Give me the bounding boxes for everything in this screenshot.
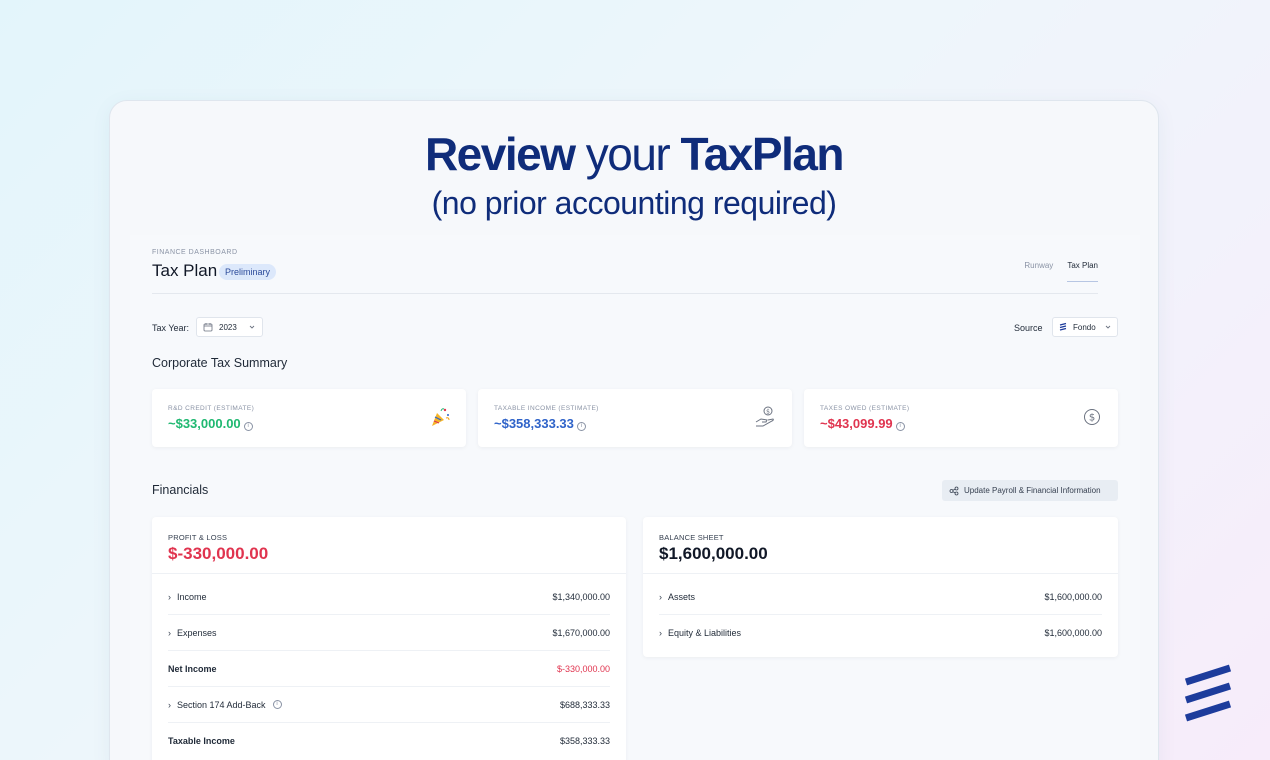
taxable-income-value: ~$358,333.33 i <box>494 416 586 431</box>
tab-tax-plan[interactable]: Tax Plan <box>1067 261 1098 282</box>
row-amount: $1,670,000.00 <box>552 627 610 638</box>
dollar-circle-icon: $ <box>1084 409 1100 425</box>
row-label-text: Expenses <box>177 627 217 638</box>
balance-sheet-total: $1,600,000.00 <box>659 544 768 563</box>
source-label: Source <box>1014 323 1043 333</box>
divider <box>643 573 1118 574</box>
row-label-text: Income <box>177 591 207 602</box>
share-icon <box>949 486 959 495</box>
row-label: › Income <box>168 592 207 602</box>
row-amount: $1,600,000.00 <box>1044 628 1102 638</box>
bs-row-equity-liabilities[interactable]: › Equity & Liabilities $1,600,000.00 <box>659 615 1102 651</box>
pl-row-section-174[interactable]: › Section 174 Add-Back i $688,333.33 <box>168 687 610 723</box>
update-payroll-button[interactable]: Update Payroll & Financial Information <box>942 480 1118 501</box>
info-icon[interactable]: i <box>272 700 282 709</box>
profit-loss-label: PROFIT & LOSS <box>168 533 228 542</box>
tab-bar: Runway Tax Plan <box>1010 261 1098 282</box>
pl-row-taxable-income: Taxable Income $358,333.33 <box>168 723 610 759</box>
divider <box>152 573 626 574</box>
chevron-down-icon <box>249 325 255 329</box>
taxable-income-card: TAXABLE INCOME (ESTIMATE) ~$358,333.33 i … <box>478 389 792 447</box>
balance-sheet-label: BALANCE SHEET <box>659 533 724 542</box>
row-label-text: Equity & Liabilities <box>668 628 742 638</box>
profit-loss-card: PROFIT & LOSS $-330,000.00 › Income $1,34… <box>152 517 626 760</box>
source-value: Fondo <box>1073 322 1096 332</box>
row-label: Net Income <box>168 663 217 674</box>
chevron-right-icon: › <box>168 627 171 638</box>
taxable-income-label: TAXABLE INCOME (ESTIMATE) <box>494 405 599 412</box>
chevron-right-icon: › <box>168 699 171 710</box>
tax-year-label: Tax Year: <box>152 323 190 333</box>
dashboard-eyebrow: FINANCE DASHBOARD <box>152 249 238 256</box>
row-amount: $-330,000.00 <box>556 663 610 674</box>
tab-runway[interactable]: Runway <box>1024 261 1053 282</box>
hand-dollar-icon: $ <box>755 406 774 427</box>
rd-credit-card: R&D CREDIT (ESTIMATE) ~$33,000.00 i <box>152 389 466 447</box>
balance-sheet-card: BALANCE SHEET $1,600,000.00 › Assets $1,6… <box>643 517 1118 657</box>
taxable-income-amount: ~$358,333.33 <box>494 416 574 431</box>
taxes-owed-label: TAXES OWED (ESTIMATE) <box>820 405 910 412</box>
info-icon[interactable]: i <box>576 422 586 431</box>
taxes-owed-amount: ~$43,099.99 <box>820 416 893 431</box>
row-label: › Assets <box>659 592 695 602</box>
profit-loss-total: $-330,000.00 <box>168 544 269 563</box>
fondo-logo-icon <box>1059 322 1067 331</box>
pl-row-net-income: Net Income $-330,000.00 <box>168 651 610 687</box>
row-label: Taxable Income <box>168 736 235 746</box>
header-divider <box>152 293 1098 294</box>
update-payroll-label: Update Payroll & Financial Information <box>964 486 1101 495</box>
svg-text:$: $ <box>766 408 770 415</box>
hero-heading: Review your TaxPlan (no prior accounting… <box>110 129 1158 225</box>
status-badge: Preliminary <box>219 264 277 280</box>
hero-title-taxplan: TaxPlan <box>680 128 845 180</box>
hero-title: Review your TaxPlan <box>110 129 1158 179</box>
page-title: Tax Plan <box>152 261 218 280</box>
row-amount: $688,333.33 <box>559 699 610 710</box>
row-amount: $1,340,000.00 <box>552 591 610 602</box>
info-icon[interactable]: i <box>243 422 253 431</box>
pl-row-expenses[interactable]: › Expenses $1,670,000.00 <box>168 615 610 651</box>
row-label: › Section 174 Add-Back i <box>168 700 282 710</box>
rd-credit-label: R&D CREDIT (ESTIMATE) <box>168 405 255 412</box>
chevron-right-icon: › <box>168 591 171 602</box>
financials-title: Financials <box>152 483 209 497</box>
summary-title: Corporate Tax Summary <box>152 356 288 370</box>
row-label-text: Section 174 Add-Back <box>177 699 266 710</box>
bs-row-assets[interactable]: › Assets $1,600,000.00 <box>659 579 1102 615</box>
tax-year-value: 2023 <box>219 322 237 332</box>
party-popper-icon <box>432 408 450 426</box>
row-label-text: Assets <box>668 591 696 602</box>
fondo-logo <box>1184 664 1232 722</box>
row-amount: $1,600,000.00 <box>1044 591 1102 602</box>
taxes-owed-card: TAXES OWED (ESTIMATE) ~$43,099.99 i $ <box>804 389 1118 447</box>
row-label: › Expenses <box>168 628 217 638</box>
finance-dashboard: FINANCE DASHBOARD Tax Plan Preliminary R… <box>130 235 1140 760</box>
row-label: › Equity & Liabilities <box>659 628 741 638</box>
hero-title-your: your <box>585 128 671 180</box>
hero-card: Review your TaxPlan (no prior accounting… <box>109 100 1159 760</box>
rd-credit-value: ~$33,000.00 i <box>168 416 253 431</box>
chevron-right-icon: › <box>659 628 662 638</box>
calendar-icon <box>203 323 213 332</box>
source-select[interactable]: Fondo <box>1052 317 1118 337</box>
row-amount: $358,333.33 <box>559 736 610 746</box>
pl-row-income[interactable]: › Income $1,340,000.00 <box>168 579 610 615</box>
hero-title-review: Review <box>424 128 576 180</box>
taxes-owed-value: ~$43,099.99 i <box>820 416 905 431</box>
tax-year-select[interactable]: 2023 <box>196 317 263 337</box>
svg-text:$: $ <box>1089 413 1095 424</box>
chevron-right-icon: › <box>659 591 662 602</box>
hero-subtitle: (no prior accounting required) <box>431 185 837 221</box>
rd-credit-amount: ~$33,000.00 <box>168 416 241 431</box>
info-icon[interactable]: i <box>895 422 905 431</box>
chevron-down-icon <box>1105 325 1111 329</box>
